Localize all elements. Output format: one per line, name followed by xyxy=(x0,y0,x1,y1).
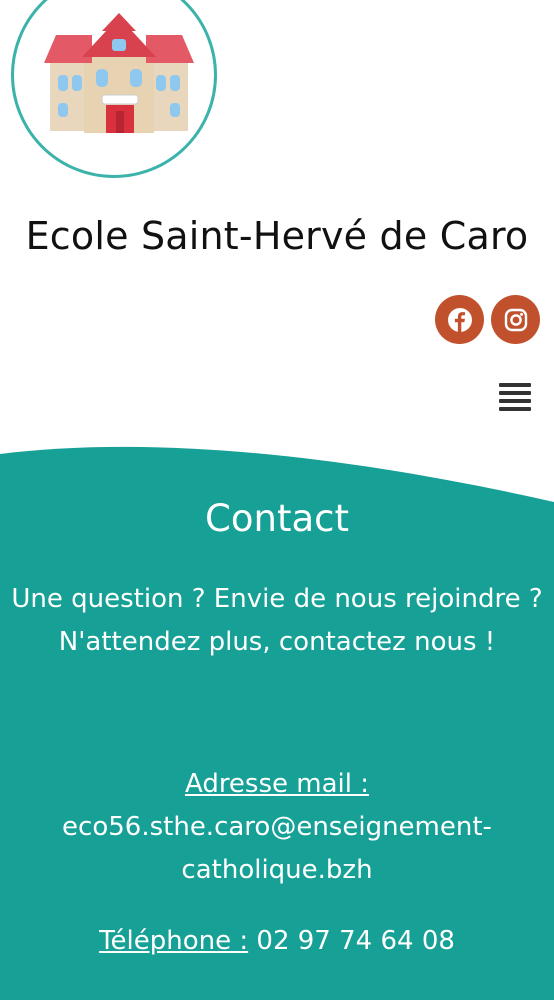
phone-number[interactable]: 02 97 74 64 08 xyxy=(248,926,455,956)
menu-bar xyxy=(499,399,531,403)
menu-bar xyxy=(499,391,531,395)
school-logo[interactable] xyxy=(11,0,217,178)
instagram-link[interactable] xyxy=(491,295,540,344)
facebook-icon xyxy=(447,307,472,332)
menu-bar xyxy=(499,407,531,411)
email-address[interactable]: eco56.sthe.caro@enseignement-catholique.… xyxy=(30,806,524,892)
instagram-icon xyxy=(504,308,527,331)
site-title[interactable]: Ecole Saint-Hervé de Caro xyxy=(0,214,554,258)
hamburger-menu-button[interactable] xyxy=(499,383,531,415)
phone-line: Téléphone : 02 97 74 64 08 xyxy=(0,921,554,961)
contact-intro-text: Une question ? Envie de nous rejoindre ?… xyxy=(11,584,543,657)
contact-heading: Contact xyxy=(205,497,349,540)
school-building-icon xyxy=(44,13,194,133)
phone-label: Téléphone : xyxy=(99,926,249,956)
facebook-link[interactable] xyxy=(435,295,484,344)
email-label: Adresse mail : xyxy=(184,769,370,799)
menu-bar xyxy=(499,383,531,387)
